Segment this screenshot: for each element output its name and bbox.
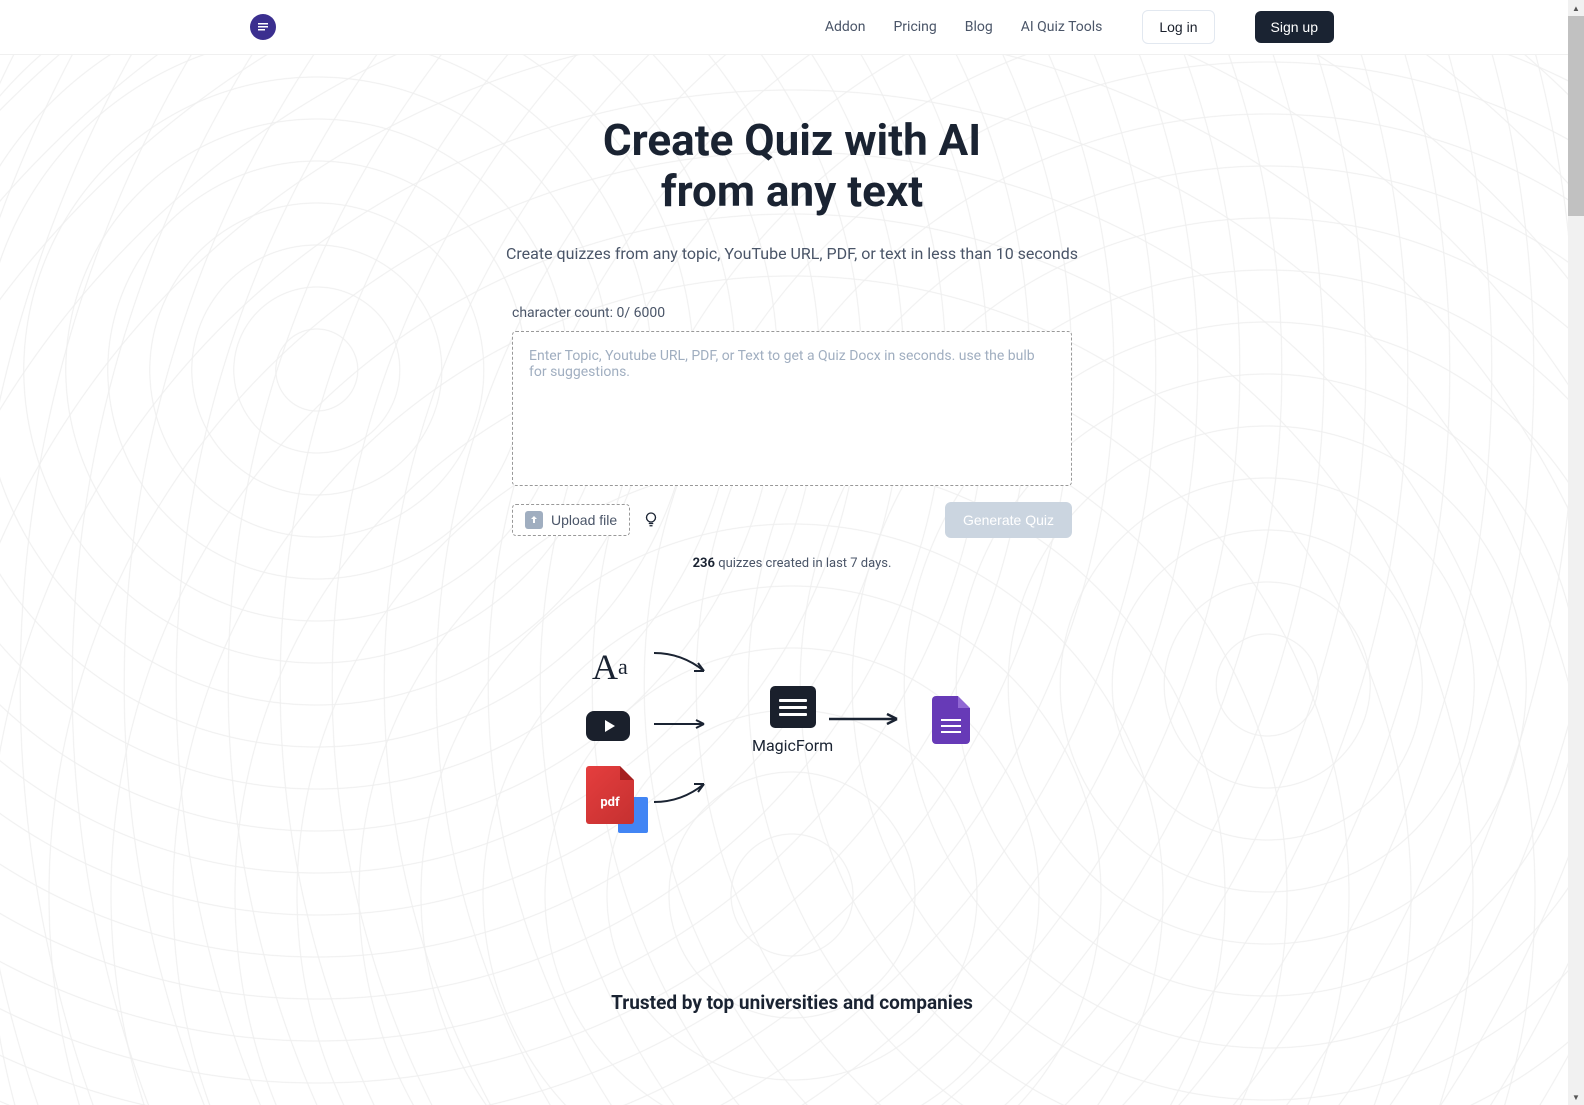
hero-title-line2: from any text	[661, 165, 923, 217]
nav-link-pricing[interactable]: Pricing	[893, 19, 936, 35]
login-button[interactable]: Log in	[1142, 10, 1214, 44]
upload-file-button[interactable]: Upload file	[512, 504, 630, 536]
char-count-label: character count: 0/ 6000	[512, 305, 1072, 321]
hero-subtitle: Create quizzes from any topic, YouTube U…	[506, 244, 1078, 263]
suggestion-bulb-icon[interactable]	[642, 510, 662, 530]
arrow-icon	[652, 719, 712, 729]
generate-quiz-button[interactable]: Generate Quiz	[945, 502, 1072, 538]
nav-link-ai-quiz-tools[interactable]: AI Quiz Tools	[1021, 19, 1103, 35]
arrow-icon	[827, 713, 907, 725]
hero-title: Create Quiz with AI from any text	[603, 115, 981, 216]
signup-button[interactable]: Sign up	[1255, 11, 1334, 43]
letter-a-large: A	[592, 646, 618, 688]
pdf-icon: pdf	[586, 766, 634, 824]
trusted-heading: Trusted by top universities and companie…	[611, 991, 973, 1014]
stats-text: 236 quizzes created in last 7 days.	[512, 556, 1072, 571]
topic-input[interactable]	[512, 331, 1072, 486]
main: Create Quiz with AI from any text Create…	[0, 55, 1584, 1014]
magicform-icon: MagicForm	[752, 686, 833, 755]
logo-icon[interactable]	[250, 14, 276, 40]
text-input-icon: Aa	[592, 646, 628, 688]
stats-count: 236	[693, 556, 715, 571]
hero-title-line1: Create Quiz with AI	[603, 114, 981, 166]
google-forms-icon	[932, 696, 970, 744]
actions-row: Upload file Generate Quiz	[512, 502, 1072, 538]
form-area: character count: 0/ 6000 Upload file Gen…	[512, 305, 1072, 571]
arrow-icon	[652, 776, 712, 806]
pdf-label: pdf	[600, 795, 619, 810]
diagram: Aa pdf MagicForm	[582, 631, 1002, 861]
arrow-icon	[652, 649, 712, 679]
scrollbar[interactable]: ▲ ▼	[1568, 0, 1584, 1105]
upload-icon	[525, 511, 543, 529]
stats-suffix: quizzes created in last 7 days.	[715, 556, 891, 571]
header: Addon Pricing Blog AI Quiz Tools Log in …	[0, 0, 1584, 55]
scroll-down-arrow[interactable]: ▼	[1568, 1089, 1584, 1105]
nav-link-blog[interactable]: Blog	[965, 19, 993, 35]
scroll-up-arrow[interactable]: ▲	[1568, 0, 1584, 16]
nav-link-addon[interactable]: Addon	[825, 19, 866, 35]
nav: Addon Pricing Blog AI Quiz Tools Log in …	[825, 10, 1334, 44]
scroll-thumb[interactable]	[1568, 16, 1584, 216]
form-list-icon	[770, 686, 816, 728]
upload-file-label: Upload file	[551, 512, 617, 528]
magicform-label: MagicForm	[752, 736, 833, 755]
youtube-icon	[586, 711, 630, 741]
letter-a-small: a	[618, 654, 628, 680]
